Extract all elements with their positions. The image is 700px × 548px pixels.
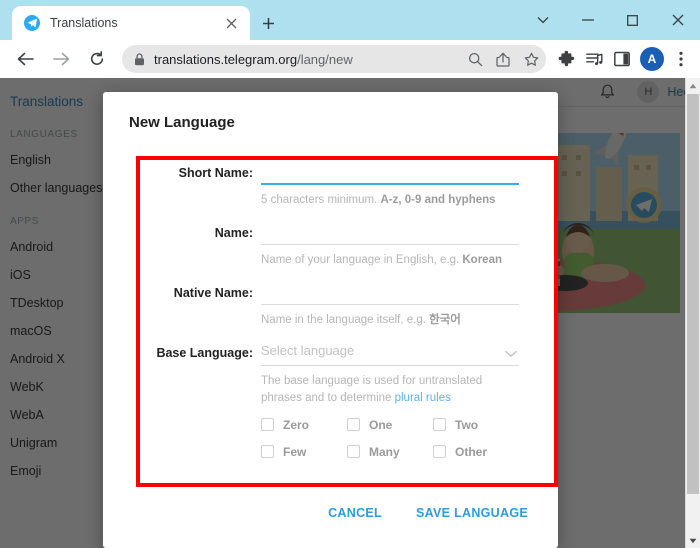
short-name-hint: 5 characters minimum. A-z, 0-9 and hyphe…: [261, 194, 496, 206]
scroll-down-icon[interactable]: [686, 533, 700, 548]
short-name-label: Short Name:: [178, 166, 253, 180]
profile-avatar[interactable]: A: [640, 47, 664, 71]
bookmark-star-icon[interactable]: [518, 46, 544, 72]
plural-label: Many: [369, 444, 400, 459]
field-row-native-name: Native Name: Name in the language itself…: [103, 276, 558, 336]
plural-checkbox-zero[interactable]: Zero: [261, 411, 347, 438]
tab-search-chevron-icon[interactable]: [520, 0, 565, 40]
plural-rules-link[interactable]: plural rules: [395, 392, 451, 404]
checkbox-icon[interactable]: [347, 445, 360, 458]
back-icon[interactable]: [10, 44, 40, 74]
address-bar[interactable]: translations.telegram.org/lang/new: [122, 45, 546, 73]
browser-window: Translations translations.telegram.org/l…: [0, 0, 700, 548]
new-language-dialog: New Language Short Name: 5 characters mi…: [103, 92, 558, 548]
plural-label: One: [369, 417, 393, 432]
plural-rules-group: Zero One Two Few Many Other: [261, 407, 519, 465]
field-row-name: Name: Name of your language in English, …: [103, 216, 558, 276]
dialog-title: New Language: [129, 114, 235, 131]
checkbox-icon[interactable]: [433, 445, 446, 458]
maximize-icon[interactable]: [610, 0, 655, 40]
checkbox-icon[interactable]: [433, 418, 446, 431]
name-hint: Name of your language in English, e.g. K…: [261, 254, 502, 266]
close-tab-icon[interactable]: [220, 12, 242, 34]
base-language-select[interactable]: Select language: [261, 336, 519, 366]
plural-checkbox-many[interactable]: Many: [347, 438, 433, 465]
page-scrollbar[interactable]: [685, 78, 700, 548]
plural-label: Zero: [283, 417, 310, 432]
base-language-hint: The base language is used for untranslat…: [261, 375, 483, 404]
checkbox-icon[interactable]: [261, 418, 274, 431]
short-name-input[interactable]: [261, 156, 519, 185]
name-label: Name:: [214, 226, 253, 240]
window-controls: [520, 0, 700, 40]
checkbox-icon[interactable]: [261, 445, 274, 458]
chevron-down-icon: [505, 345, 517, 363]
base-language-field: Select language The base language is use…: [261, 336, 519, 465]
native-name-label: Native Name:: [173, 286, 253, 300]
plural-label: Few: [283, 444, 307, 459]
base-language-value: Select language: [261, 336, 519, 366]
native-name-field: Name in the language itself, e.g. 한국어: [261, 276, 519, 336]
field-row-short-name: Short Name: 5 characters minimum. A-z, 0…: [103, 156, 558, 216]
search-icon[interactable]: [462, 46, 488, 72]
plural-label: Two: [455, 417, 479, 432]
browser-tab[interactable]: Translations: [12, 6, 250, 40]
telegram-icon: [24, 15, 40, 31]
tab-title: Translations: [50, 16, 118, 30]
url-text: translations.telegram.org/lang/new: [154, 51, 353, 67]
lock-icon: [134, 52, 145, 66]
native-name-hint: Name in the language itself, e.g. 한국어: [261, 314, 461, 326]
plural-checkbox-few[interactable]: Few: [261, 438, 347, 465]
scroll-up-icon[interactable]: [686, 78, 700, 93]
share-icon[interactable]: [490, 46, 516, 72]
plural-checkbox-one[interactable]: One: [347, 411, 433, 438]
browser-title-bar: Translations: [0, 0, 700, 40]
name-input[interactable]: [261, 216, 519, 245]
native-name-input[interactable]: [261, 276, 519, 305]
field-row-base-language: Base Language: Select language The base …: [103, 336, 558, 465]
name-field: Name of your language in English, e.g. K…: [261, 216, 519, 276]
plural-label: Other: [455, 444, 488, 459]
plural-checkbox-other[interactable]: Other: [433, 438, 519, 465]
close-window-icon[interactable]: [655, 0, 700, 40]
reload-icon[interactable]: [82, 44, 112, 74]
new-tab-button[interactable]: [255, 10, 281, 36]
base-language-label: Base Language:: [156, 346, 253, 360]
cancel-button[interactable]: CANCEL: [318, 500, 392, 526]
save-language-button[interactable]: SAVE LANGUAGE: [406, 500, 538, 526]
scrollbar-thumb[interactable]: [687, 94, 699, 494]
browser-toolbar: translations.telegram.org/lang/new A: [0, 40, 700, 78]
side-panel-icon[interactable]: [608, 45, 636, 73]
checkbox-icon[interactable]: [347, 418, 360, 431]
dialog-actions: CANCEL SAVE LANGUAGE: [318, 500, 538, 526]
minimize-icon[interactable]: [565, 0, 610, 40]
new-language-form: Short Name: 5 characters minimum. A-z, 0…: [103, 156, 558, 465]
short-name-field: 5 characters minimum. A-z, 0-9 and hyphe…: [261, 156, 519, 216]
extensions-puzzle-icon[interactable]: [552, 45, 580, 73]
media-list-icon[interactable]: [580, 45, 608, 73]
forward-icon[interactable]: [46, 44, 76, 74]
plural-checkbox-two[interactable]: Two: [433, 411, 519, 438]
browser-menu-icon[interactable]: [668, 45, 694, 73]
